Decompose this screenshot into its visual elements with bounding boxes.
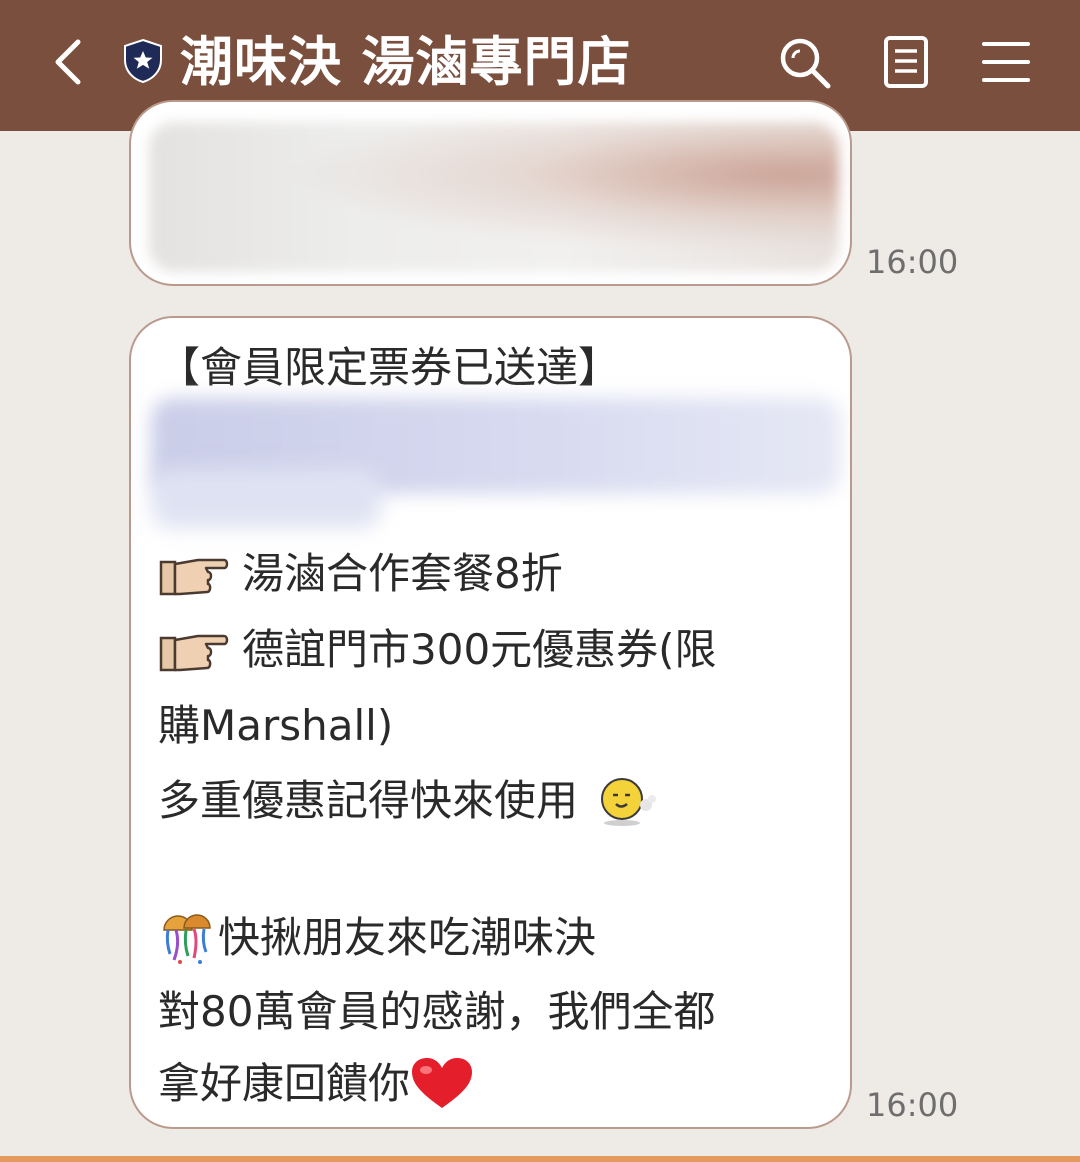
- remind-text: 多重優惠記得快來使用: [158, 776, 579, 825]
- message-line-offer-1: 湯滷合作套餐8折: [158, 546, 563, 602]
- message-line-invite: 快揪朋友來吃潮味決: [158, 910, 596, 966]
- message-timestamp: 16:00: [866, 1086, 959, 1124]
- verified-shield-icon: [124, 38, 162, 84]
- message-line-gift: 拿好康回饋你: [158, 1056, 474, 1112]
- search-icon[interactable]: [776, 34, 834, 92]
- bottom-strip: [0, 1156, 1080, 1162]
- hamburger-menu-icon[interactable]: [980, 38, 1032, 86]
- message-timestamp: 16:00: [866, 243, 959, 281]
- blurred-image-preview[interactable]: [149, 122, 839, 272]
- message-bubble-image[interactable]: [129, 100, 852, 286]
- confetti-ball-icon: [163, 914, 211, 964]
- red-heart-icon: [412, 1058, 473, 1108]
- offer-1-text: 湯滷合作套餐8折: [242, 549, 563, 598]
- message-line-offer-2-cont: 購Marshall): [158, 701, 394, 750]
- message-line-title: 【會員限定票券已送達】: [158, 343, 621, 392]
- chevron-left-icon[interactable]: [44, 30, 94, 94]
- invite-text: 快揪朋友來吃潮味決: [218, 913, 597, 962]
- offer-2-text: 德誼門市300元優惠券(限: [242, 625, 717, 674]
- smiling-face-sticker-icon: [601, 778, 657, 826]
- blurred-link-tail: [151, 468, 381, 528]
- message-line-offer-2: 德誼門市300元優惠券(限: [158, 622, 717, 678]
- notes-icon[interactable]: [880, 34, 932, 90]
- pointing-hand-icon: [159, 558, 229, 596]
- gift-text: 拿好康回饋你: [158, 1059, 411, 1108]
- message-line-thanks: 對80萬會員的感謝，我們全都: [158, 987, 716, 1036]
- message-line-remind: 多重優惠記得快來使用: [158, 773, 660, 829]
- chat-title: 潮味決 湯滷專門店: [180, 32, 632, 93]
- pointing-hand-icon: [159, 634, 229, 672]
- message-bubble-text[interactable]: 【會員限定票券已送達】 湯滷合作套餐8折 德誼門市300元優惠券(限 購Mars…: [129, 316, 852, 1129]
